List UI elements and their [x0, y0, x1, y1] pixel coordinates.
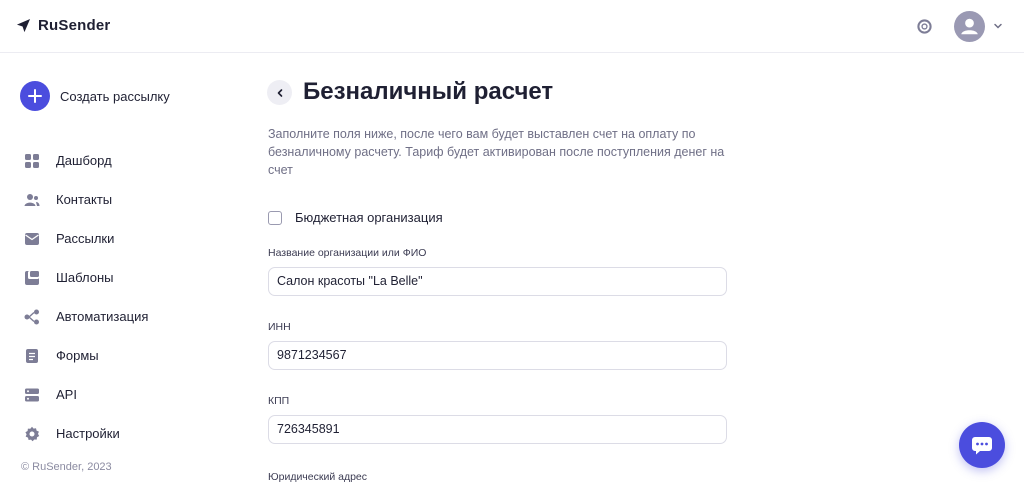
page-description: Заполните поля ниже, после чего вам буде…	[268, 127, 725, 177]
inn-label: ИНН	[268, 321, 291, 333]
sidebar: Создать рассылку Дашборд Контакты Рассыл…	[0, 53, 240, 485]
contacts-icon	[24, 194, 40, 206]
templates-icon	[25, 271, 39, 285]
chat-bubble-icon	[972, 437, 992, 455]
sidebar-item-label: API	[56, 387, 77, 402]
inn-input[interactable]: 9871234567	[268, 341, 727, 370]
sidebar-item-label: Дашборд	[56, 153, 112, 168]
budget-org-row: Бюджетная организация	[268, 210, 443, 225]
create-button-circle	[20, 81, 50, 111]
page-title: Безналичный расчет	[303, 78, 554, 105]
sidebar-item-label: Автоматизация	[56, 309, 149, 324]
sidebar-item-label: Контакты	[56, 192, 113, 207]
forms-icon	[26, 349, 38, 363]
user-avatar-icon	[961, 18, 978, 35]
dashboard-icon	[25, 154, 39, 168]
org-name-label: Название организации или ФИО	[268, 247, 427, 259]
automation-icon	[24, 309, 39, 325]
sidebar-item-dashboard[interactable]: Дашборд	[24, 151, 112, 171]
sidebar-item-automation[interactable]: Автоматизация	[24, 307, 148, 327]
chevron-left-icon	[277, 88, 282, 97]
logo-text: RuSender	[38, 17, 111, 34]
chevron-down-icon[interactable]	[993, 21, 1003, 31]
paper-plane-icon	[16, 18, 31, 33]
sidebar-item-templates[interactable]: Шаблоны	[24, 268, 114, 288]
sidebar-item-contacts[interactable]: Контакты	[24, 190, 112, 210]
budget-org-checkbox[interactable]	[268, 210, 282, 225]
budget-org-label[interactable]: Бюджетная организация	[295, 210, 443, 225]
sidebar-item-label: Формы	[56, 348, 99, 363]
plus-icon	[28, 89, 42, 103]
top-bar: RuSender	[0, 0, 1024, 53]
org-name-input[interactable]: Салон красоты "La Belle"	[268, 267, 727, 296]
sidebar-item-label: Шаблоны	[56, 270, 114, 285]
copyright: © RuSender, 2023	[21, 461, 112, 473]
api-icon	[25, 388, 39, 402]
logo[interactable]: RuSender	[16, 17, 110, 34]
mailings-icon	[25, 233, 39, 245]
user-avatar[interactable]	[954, 11, 985, 42]
create-mailing-label: Создать рассылку	[60, 88, 170, 104]
sidebar-item-api[interactable]: API	[24, 385, 77, 405]
kpp-label: КПП	[268, 395, 290, 407]
sidebar-item-settings[interactable]: Настройки	[24, 424, 120, 444]
settings-icon	[25, 426, 40, 442]
kpp-input[interactable]: 726345891	[268, 415, 727, 444]
lifebuoy-icon[interactable]	[917, 19, 932, 34]
sidebar-item-label: Рассылки	[56, 231, 115, 246]
address-label: Юридический адрес	[268, 471, 368, 483]
chat-button[interactable]	[959, 422, 1005, 468]
sidebar-item-forms[interactable]: Формы	[24, 346, 99, 366]
sidebar-item-label: Настройки	[56, 426, 120, 441]
create-mailing-button[interactable]: Создать рассылку	[20, 81, 170, 111]
sidebar-item-mailings[interactable]: Рассылки	[24, 229, 114, 249]
back-button[interactable]	[267, 80, 292, 105]
